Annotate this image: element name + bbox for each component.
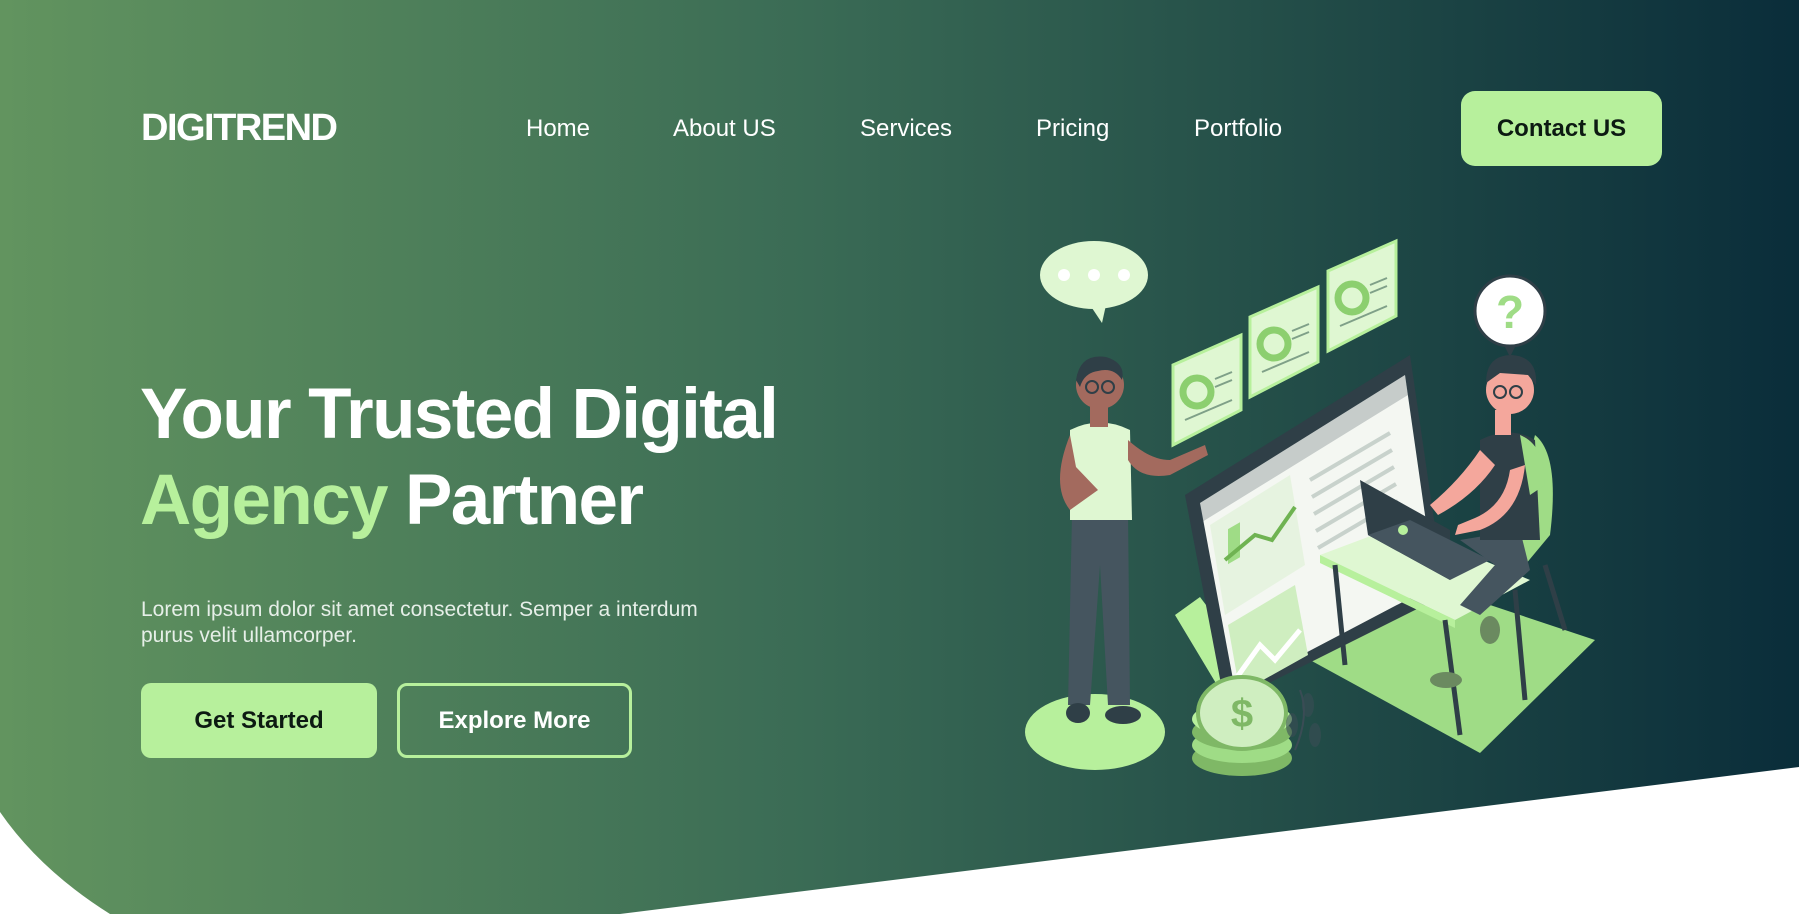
hero-illustration: ? $ — [1025, 238, 1595, 776]
coin-stack: $ — [1192, 675, 1292, 776]
dollar-icon: $ — [1231, 692, 1253, 736]
chart-card-2 — [1248, 284, 1320, 400]
speech-bubble — [1040, 241, 1148, 323]
headline-rest: Partner — [405, 461, 644, 540]
question-bubble: ? — [1473, 274, 1547, 357]
nav-portfolio[interactable]: Portfolio — [1194, 112, 1282, 146]
nav-home[interactable]: Home — [526, 112, 590, 146]
chart-card-1 — [1171, 332, 1243, 448]
headline-line1: Your Trusted Digital — [140, 375, 779, 454]
nav-about-us[interactable]: About US — [673, 112, 776, 146]
get-started-button[interactable]: Get Started — [141, 683, 377, 758]
hero-section: DIGITREND Home About US Services Pricing… — [0, 0, 1799, 914]
nav-pricing[interactable]: Pricing — [1036, 112, 1109, 146]
plant-decoration — [1286, 689, 1321, 751]
question-mark-icon: ? — [1496, 286, 1524, 338]
brand-logo[interactable]: DIGITREND — [141, 106, 338, 150]
nav-services[interactable]: Services — [860, 112, 952, 146]
explore-more-button[interactable]: Explore More — [397, 683, 632, 758]
chart-card-3 — [1326, 238, 1398, 354]
hero-description: Lorem ipsum dolor sit amet consectetur. … — [141, 598, 698, 647]
woman-floor-shadow — [1025, 694, 1165, 770]
hero-headline: Your Trusted Digital Agency Partner — [140, 372, 779, 544]
ellipsis-icon — [1058, 269, 1070, 281]
contact-us-button[interactable]: Contact US — [1461, 91, 1662, 166]
headline-accent-word: Agency — [140, 461, 388, 540]
